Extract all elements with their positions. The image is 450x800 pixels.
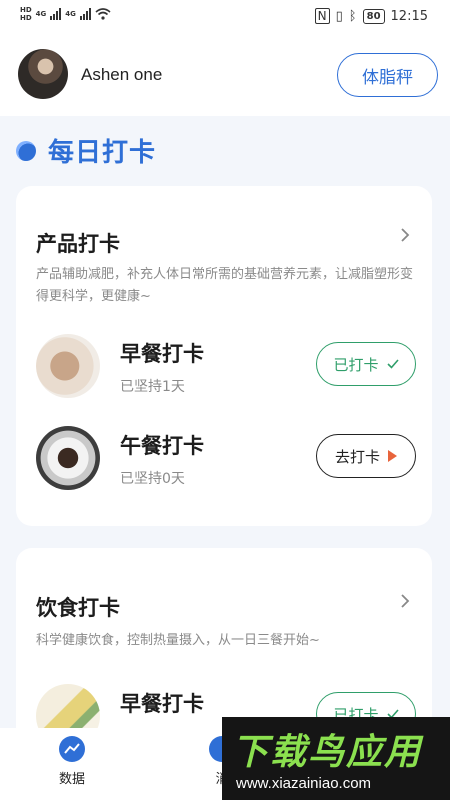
breakfast-thumbnail xyxy=(36,334,100,398)
chevron-right-icon[interactable] xyxy=(398,594,412,608)
button-label: 去打卡 xyxy=(334,447,380,466)
avatar[interactable] xyxy=(18,49,68,99)
status-left: HD HD 4G 4G xyxy=(20,6,111,22)
streak-text: 已坚持0天 xyxy=(120,471,185,487)
play-arrow-icon xyxy=(388,450,397,462)
section-title: 每日打卡 xyxy=(48,138,157,168)
list-item-breakfast: 早餐打卡 已坚持1天 已打卡 xyxy=(36,334,416,404)
bluetooth-icon: ᛒ xyxy=(348,8,357,24)
card-title[interactable]: 产品打卡 xyxy=(36,228,120,258)
hd-label-2: HD xyxy=(20,14,32,22)
chart-icon xyxy=(59,736,85,762)
username: Ashen one xyxy=(81,65,163,84)
card-title[interactable]: 饮食打卡 xyxy=(36,592,120,622)
check-icon xyxy=(386,359,399,369)
network-label-1: 4G xyxy=(35,10,47,18)
nav-label: 数据 xyxy=(58,772,85,787)
status-right: N ▯ ᛒ 80 12:15 xyxy=(314,8,428,24)
clock: 12:15 xyxy=(390,8,428,24)
profile-header: Ashen one 体脂秤 xyxy=(0,36,450,116)
list-item-lunch: 午餐打卡 已坚持0天 去打卡 xyxy=(36,426,416,496)
go-checkin-button[interactable]: 去打卡 xyxy=(316,434,416,478)
network-label-2: 4G xyxy=(65,10,76,18)
meal-title: 午餐打卡 xyxy=(120,434,204,458)
card-description: 科学健康饮食，控制热量摄入，从一日三餐开始~ xyxy=(36,633,320,648)
nav-item-data[interactable]: 数据 xyxy=(42,736,102,787)
signal-icon xyxy=(50,8,62,20)
status-bar: HD HD 4G 4G N ▯ ᛒ 80 12:15 xyxy=(0,0,450,36)
chevron-right-icon[interactable] xyxy=(398,228,412,242)
nfc-icon: N xyxy=(314,8,330,24)
card-description: 产品辅助减肥，补充人体日常所需的基础营养元素，让减脂塑形变得更科学，更健康~ xyxy=(36,267,414,304)
signal-icon xyxy=(79,8,91,20)
checked-in-button[interactable]: 已打卡 xyxy=(316,342,416,386)
meal-title: 早餐打卡 xyxy=(120,692,204,716)
button-label: 已打卡 xyxy=(333,355,379,374)
bullet-icon xyxy=(16,140,36,161)
battery-indicator: 80 xyxy=(362,8,385,24)
watermark-title: 下载鸟应用 xyxy=(232,732,423,773)
sim-labels: HD HD xyxy=(20,6,32,22)
vibrate-icon: ▯ xyxy=(335,8,343,24)
product-checkin-card: 产品打卡 产品辅助减肥，补充人体日常所需的基础营养元素，让减脂塑形变得更科学，更… xyxy=(16,186,432,526)
watermark-url: www.xiazainiao.com xyxy=(236,775,372,792)
section-heading: 每日打卡 xyxy=(16,132,156,169)
lunch-thumbnail xyxy=(36,426,100,490)
hd-label-1: HD xyxy=(20,6,32,14)
meal-title: 早餐打卡 xyxy=(120,342,204,366)
wifi-icon xyxy=(95,8,111,20)
body-fat-scale-button[interactable]: 体脂秤 xyxy=(337,53,438,97)
watermark: 下载鸟应用 www.xiazainiao.com xyxy=(222,717,450,800)
streak-text: 已坚持1天 xyxy=(120,379,185,395)
